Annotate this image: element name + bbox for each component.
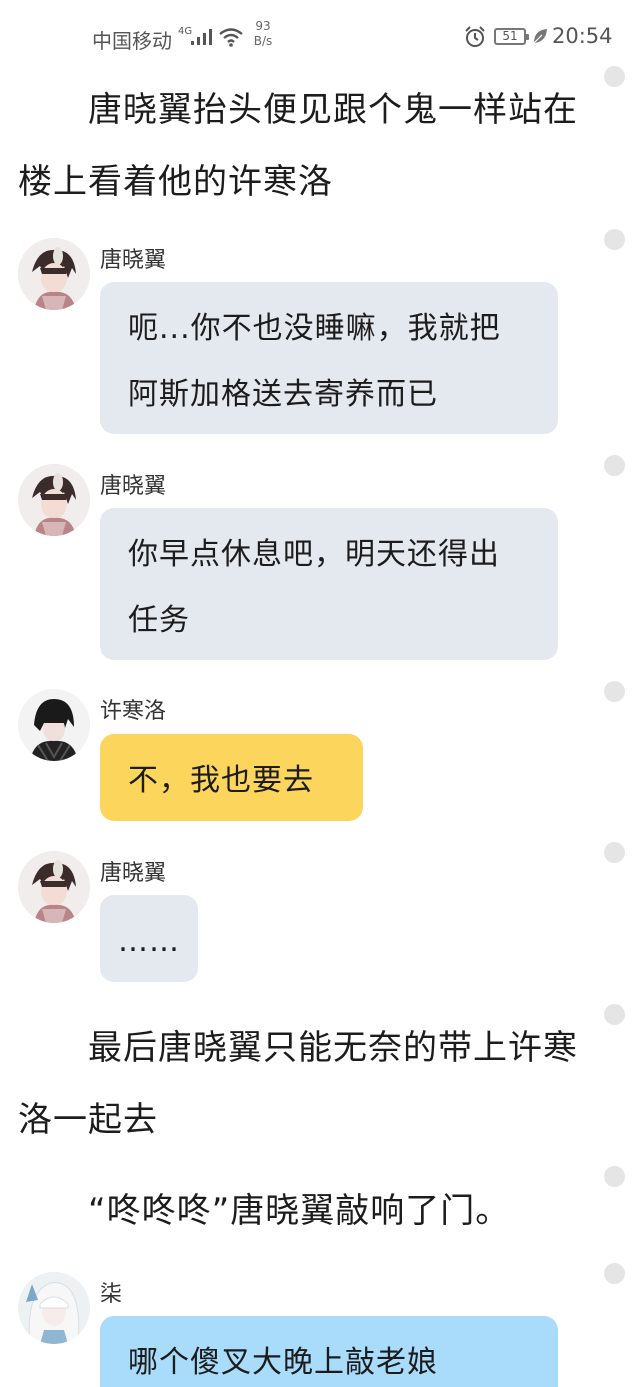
- alarm-clock-icon: [464, 26, 486, 52]
- narration-paragraph: “咚咚咚”唐晓翼敲响了门。: [88, 1191, 511, 1231]
- speaker-name: 唐晓翼: [100, 474, 167, 499]
- speaker-name: 柒: [100, 1282, 123, 1307]
- speaker-name: 许寒洛: [100, 699, 167, 724]
- message-bubble: 哪个傻叉大晚上敲老娘: [100, 1316, 558, 1387]
- narration-paragraph: 最后唐晓翼只能无奈的带上许寒洛一起去: [18, 1028, 578, 1140]
- avatar-xu-hanluo[interactable]: [18, 689, 90, 761]
- speaker-name: 唐晓翼: [100, 248, 167, 273]
- avatar-tang-xiaoyi[interactable]: [18, 464, 90, 536]
- side-marker-dot: [604, 66, 625, 87]
- side-marker-dot: [604, 842, 625, 863]
- side-marker-dot: [604, 455, 625, 476]
- clock-time: 20:54: [552, 24, 613, 48]
- message-bubble: 不，我也要去: [100, 734, 363, 821]
- battery-icon: 51: [494, 28, 529, 45]
- speaker-name: 唐晓翼: [100, 861, 167, 886]
- side-marker-dot: [604, 681, 625, 702]
- side-marker-dot: [604, 229, 625, 250]
- leaf-icon: [532, 27, 548, 49]
- avatar-qi[interactable]: [18, 1272, 90, 1344]
- side-marker-dot: [604, 1004, 625, 1025]
- signal-icon: [190, 28, 214, 50]
- network-speed-value: 93: [255, 19, 271, 33]
- chat-story-page: 中国移动 4G 93 B/s 51 20:54 唐晓翼抬头便见跟个鬼一样站在楼上…: [0, 0, 640, 1387]
- status-bar: 中国移动 4G 93 B/s 51 20:54: [0, 0, 640, 76]
- wifi-icon: [218, 27, 244, 51]
- message-bubble: ……: [100, 895, 198, 982]
- battery-level: 51: [502, 29, 518, 43]
- narration-paragraph: 唐晓翼抬头便见跟个鬼一样站在楼上看着他的许寒洛: [18, 90, 578, 202]
- message-bubble: 呃...你不也没睡嘛，我就把阿斯加格送去寄养而已: [100, 282, 558, 434]
- avatar-tang-xiaoyi[interactable]: [18, 851, 90, 923]
- carrier-label: 中国移动: [92, 29, 172, 53]
- avatar-tang-xiaoyi[interactable]: [18, 238, 90, 310]
- side-marker-dot: [604, 1166, 625, 1187]
- network-speed-unit: B/s: [253, 34, 273, 48]
- side-marker-dot: [604, 1263, 625, 1284]
- message-bubble: 你早点休息吧，明天还得出任务: [100, 508, 558, 660]
- network-speed: 93 B/s: [248, 19, 278, 49]
